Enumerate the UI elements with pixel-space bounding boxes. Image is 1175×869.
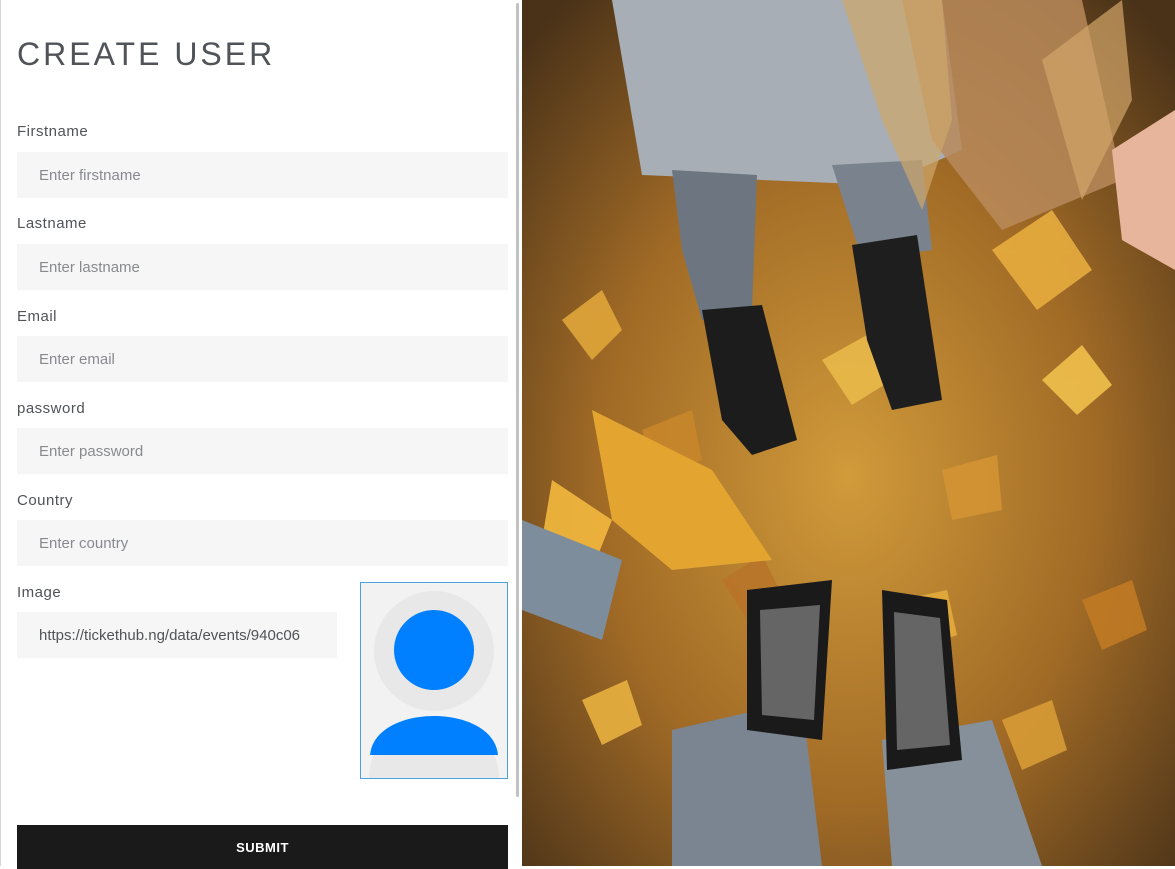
email-label: Email <box>17 308 58 325</box>
password-label: password <box>17 400 86 417</box>
lastname-label: Lastname <box>17 215 87 232</box>
image-label: Image <box>17 584 62 601</box>
lastname-input[interactable] <box>17 244 508 290</box>
country-label: Country <box>17 492 74 509</box>
autumn-leaves-sneakers-photo <box>522 0 1175 866</box>
country-input[interactable] <box>17 520 508 566</box>
email-input[interactable] <box>17 336 508 382</box>
firstname-input[interactable] <box>17 152 508 198</box>
photo-illustration <box>522 0 1175 866</box>
firstname-label: Firstname <box>17 123 89 140</box>
image-preview <box>360 582 508 779</box>
submit-button[interactable]: SUBMIT <box>17 825 508 869</box>
password-input[interactable] <box>17 428 508 474</box>
scrollbar[interactable] <box>516 3 519 797</box>
image-url-input[interactable] <box>17 612 337 658</box>
create-user-form: CREATE USER Firstname Lastname Email pas… <box>0 0 522 869</box>
page-title: CREATE USER <box>17 36 276 72</box>
user-avatar-icon <box>369 591 499 778</box>
